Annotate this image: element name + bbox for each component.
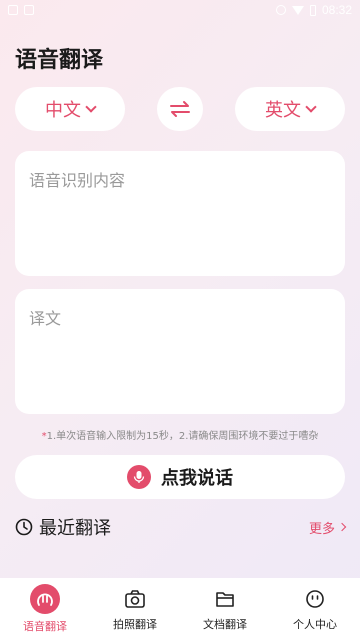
target-language-label: 英文 bbox=[265, 100, 301, 121]
source-text-area[interactable]: 语音识别内容 bbox=[15, 151, 345, 276]
chevron-right-icon bbox=[337, 522, 347, 532]
camera-icon bbox=[122, 586, 148, 612]
bottom-tab-bar: 语音翻译 拍照翻译 文档翻译 个人中心 bbox=[0, 578, 360, 640]
download-icon bbox=[24, 5, 34, 15]
status-right: 08:32 bbox=[275, 3, 352, 17]
target-language-button[interactable]: 英文 bbox=[235, 87, 345, 131]
tab-profile[interactable]: 个人中心 bbox=[270, 578, 360, 640]
tab-voice-translate-label: 语音翻译 bbox=[23, 620, 67, 633]
source-language-label: 中文 bbox=[45, 100, 81, 121]
status-bar: 08:32 bbox=[0, 0, 360, 20]
clock-icon bbox=[15, 518, 33, 536]
speak-button-label: 点我说话 bbox=[161, 468, 233, 489]
swap-languages-button[interactable] bbox=[157, 87, 203, 131]
notification-icon bbox=[8, 5, 18, 15]
recent-title-group: 最近翻译 bbox=[15, 514, 111, 540]
dnd-icon bbox=[275, 5, 286, 15]
translation-placeholder: 译文 bbox=[29, 309, 62, 328]
tip-text: 1.单次语音输入限制为15秒，2.请确保周围环境不要过于嘈杂 bbox=[46, 431, 319, 442]
microphone-icon bbox=[127, 465, 151, 489]
tab-voice-translate[interactable]: 语音翻译 bbox=[0, 578, 90, 640]
folder-icon bbox=[212, 586, 238, 612]
translation-text-area[interactable]: 译文 bbox=[15, 289, 345, 414]
smiley-icon bbox=[302, 586, 328, 612]
tab-document-translate[interactable]: 文档翻译 bbox=[180, 578, 270, 640]
source-placeholder: 语音识别内容 bbox=[29, 171, 126, 190]
status-left bbox=[8, 5, 34, 15]
recent-header: 最近翻译 更多 bbox=[15, 514, 347, 540]
speak-button[interactable]: 点我说话 bbox=[15, 455, 345, 499]
more-label: 更多 bbox=[308, 521, 335, 537]
battery-icon bbox=[309, 4, 316, 16]
voice-translate-icon bbox=[30, 584, 60, 614]
tab-photo-translate-label: 拍照翻译 bbox=[113, 618, 157, 631]
tab-document-translate-label: 文档翻译 bbox=[203, 618, 247, 631]
more-link[interactable]: 更多 bbox=[308, 518, 347, 537]
usage-tip: *1.单次语音输入限制为15秒，2.请确保周围环境不要过于嘈杂 bbox=[0, 427, 360, 442]
tab-photo-translate[interactable]: 拍照翻译 bbox=[90, 578, 180, 640]
page-title: 语音翻译 bbox=[15, 48, 104, 73]
wifi-icon bbox=[291, 5, 304, 15]
chevron-down-icon bbox=[85, 100, 97, 113]
tab-profile-label: 个人中心 bbox=[293, 618, 337, 631]
source-language-button[interactable]: 中文 bbox=[15, 87, 125, 131]
recent-title: 最近翻译 bbox=[39, 518, 111, 539]
status-time: 08:32 bbox=[321, 3, 352, 17]
swap-arrows-icon bbox=[170, 101, 190, 117]
chevron-down-icon bbox=[305, 100, 317, 113]
